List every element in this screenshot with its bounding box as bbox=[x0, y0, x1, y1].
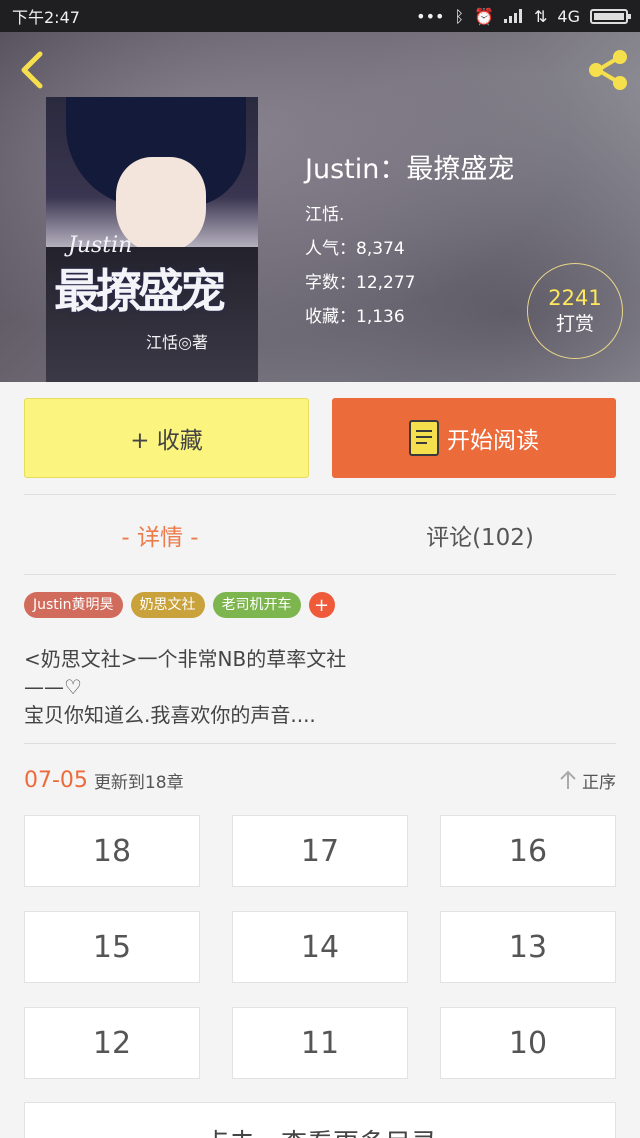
network-type: 4G bbox=[557, 6, 580, 26]
chapter-button[interactable]: 18 bbox=[24, 815, 200, 887]
start-reading-button[interactable]: 开始阅读 bbox=[332, 398, 616, 478]
tab-comments[interactable]: 评论(102) bbox=[320, 495, 640, 575]
update-info: 07-05 更新到18章 正序 bbox=[24, 762, 616, 798]
more-dots-icon: ••• bbox=[416, 6, 445, 26]
tab-details[interactable]: - 详情 - bbox=[0, 495, 320, 575]
bluetooth-icon: ᛒ bbox=[454, 6, 465, 26]
book-title: Justin：最撩盛宠 bbox=[305, 154, 515, 185]
chapter-button[interactable]: 16 bbox=[440, 815, 616, 887]
battery-icon bbox=[590, 8, 631, 24]
reward-button[interactable]: 2241 打赏 bbox=[527, 263, 623, 359]
reward-label: 打赏 bbox=[555, 313, 594, 335]
book-info: Justin：最撩盛宠 江恬. 人气：8,374 字数：12,277 收藏：1,… bbox=[305, 147, 514, 334]
alarm-icon: ⏰ bbox=[474, 6, 495, 26]
tag-item[interactable]: Justin黄明昊 bbox=[24, 592, 123, 618]
share-icon bbox=[589, 50, 627, 90]
sort-order-label: 正序 bbox=[582, 772, 616, 793]
cover-title-cn: 最撩盛宠 bbox=[54, 264, 226, 318]
book-description[interactable]: <奶思文社>一个非常NB的草率文社 ——♡ 宝贝你知道么.我喜欢你的声音.... bbox=[24, 645, 624, 729]
add-tag-button[interactable]: + bbox=[308, 592, 335, 618]
description-line: 宝贝你知道么.我喜欢你的声音.... bbox=[24, 703, 316, 727]
chapter-button[interactable]: 11 bbox=[232, 1007, 408, 1079]
tag-item[interactable]: 奶思文社 bbox=[130, 592, 205, 618]
chapter-button[interactable]: 17 bbox=[232, 815, 408, 887]
tag-item[interactable]: 老司机开车 bbox=[212, 592, 301, 618]
signal-icon bbox=[504, 9, 523, 23]
chapter-button[interactable]: 12 bbox=[24, 1007, 200, 1079]
book-favorites: 收藏：1,136 bbox=[305, 307, 405, 327]
sort-order-button[interactable]: 正序 bbox=[560, 768, 616, 793]
status-bar: 下午2:47 ••• ᛒ ⏰ ⇅ 4G bbox=[0, 0, 640, 32]
tag-list: Justin黄明昊 奶思文社 老司机开车 + bbox=[24, 592, 335, 618]
chevron-left-icon bbox=[21, 51, 43, 89]
book-word-count: 字数：12,277 bbox=[305, 273, 416, 293]
status-icons: ••• ᛒ ⏰ ⇅ 4G bbox=[416, 6, 631, 26]
view-more-chapters-button[interactable]: 点击，查看更多目录 bbox=[24, 1102, 616, 1138]
back-button[interactable] bbox=[10, 48, 54, 92]
action-bar: + 收藏 开始阅读 bbox=[0, 382, 640, 494]
book-author[interactable]: 江恬. bbox=[305, 198, 514, 232]
update-text: 更新到18章 bbox=[93, 772, 184, 793]
divider bbox=[24, 574, 616, 575]
description-line: <奶思文社>一个非常NB的草率文社 bbox=[24, 647, 347, 671]
book-icon bbox=[409, 420, 439, 456]
chapter-button[interactable]: 13 bbox=[440, 911, 616, 983]
cover-author: 江恬◎著 bbox=[146, 333, 208, 352]
chapter-button[interactable]: 10 bbox=[440, 1007, 616, 1079]
update-date: 07-05 bbox=[24, 767, 88, 793]
data-arrows-icon: ⇅ bbox=[534, 6, 548, 26]
status-time: 下午2:47 bbox=[12, 8, 80, 27]
reward-count: 2241 bbox=[548, 286, 602, 310]
book-popularity: 人气：8,374 bbox=[305, 239, 405, 259]
book-cover[interactable]: Justin 最撩盛宠 江恬◎著 bbox=[46, 97, 258, 382]
chapter-button[interactable]: 14 bbox=[232, 911, 408, 983]
collect-button[interactable]: + 收藏 bbox=[24, 398, 309, 478]
book-header: Justin 最撩盛宠 江恬◎著 Justin：最撩盛宠 江恬. 人气：8,37… bbox=[0, 32, 640, 382]
chapter-button[interactable]: 15 bbox=[24, 911, 200, 983]
arrow-up-icon bbox=[560, 770, 576, 789]
tab-bar: - 详情 - 评论(102) bbox=[0, 495, 640, 575]
divider bbox=[24, 743, 616, 744]
share-button[interactable] bbox=[584, 46, 632, 94]
description-line: ——♡ bbox=[24, 675, 82, 699]
start-reading-label: 开始阅读 bbox=[447, 428, 539, 454]
